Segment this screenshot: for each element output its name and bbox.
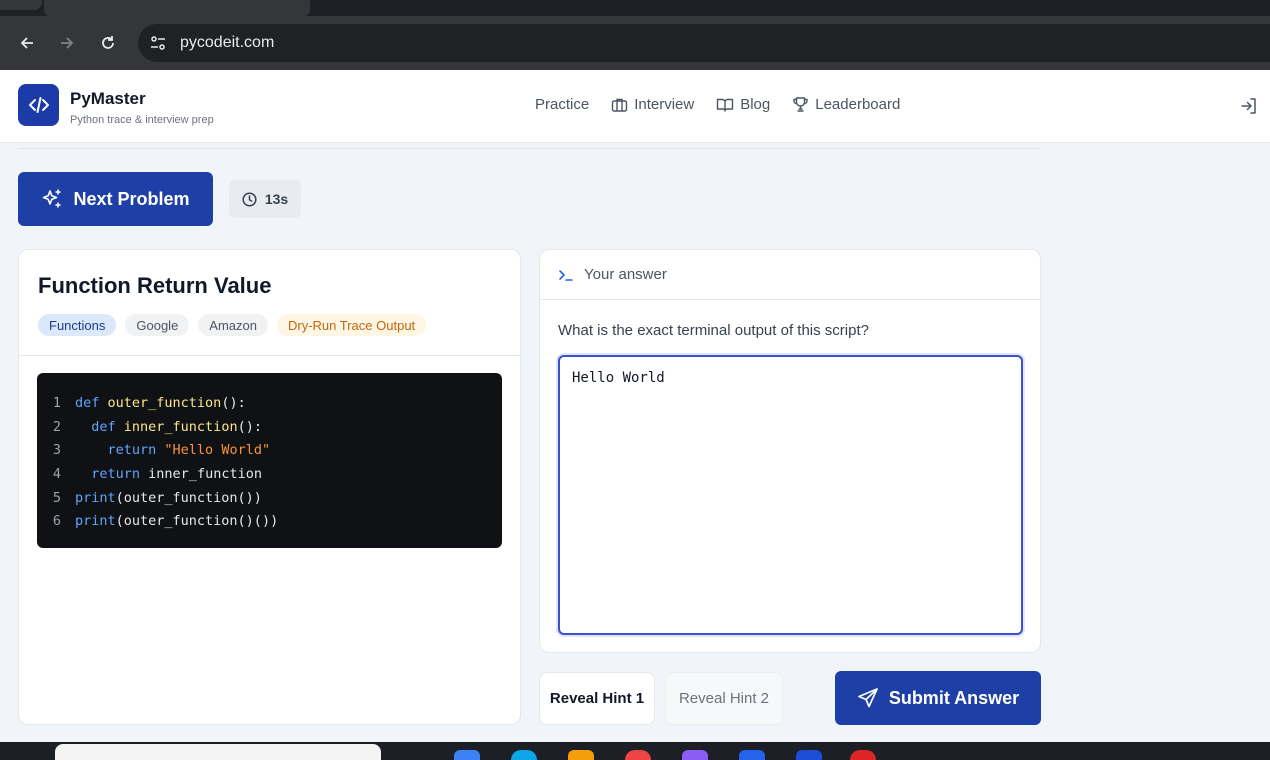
timer-badge: 13s xyxy=(229,180,301,218)
reveal-hint-2-button[interactable]: Reveal Hint 2 xyxy=(665,672,783,725)
reload-icon xyxy=(102,36,114,49)
reveal-hint-1-button[interactable]: Reveal Hint 1 xyxy=(539,672,655,725)
app-header: PyMaster Python trace & interview prep P… xyxy=(0,70,1270,143)
briefcase-icon xyxy=(611,98,628,112)
nav-leaderboard[interactable]: Leaderboard xyxy=(792,96,900,113)
code-line: 4 return inner_function xyxy=(37,462,502,486)
trophy-icon xyxy=(793,97,808,112)
line-number: 6 xyxy=(52,513,61,530)
address-bar[interactable]: pycodeit.com xyxy=(138,24,1270,62)
terminal-icon xyxy=(559,269,573,281)
line-number: 3 xyxy=(52,442,61,459)
browser-toolbar: pycodeit.com xyxy=(0,16,1270,70)
nav-interview-label: Interview xyxy=(634,96,695,113)
taskbar-app-icon[interactable] xyxy=(796,750,822,760)
reload-button[interactable] xyxy=(93,28,123,58)
submit-answer-label: Submit Answer xyxy=(888,687,1020,708)
problem-tags: Functions Google Amazon Dry-Run Trace Ou… xyxy=(38,314,435,336)
problem-title: Function Return Value xyxy=(38,273,272,298)
code-block: 1 def outer_function (): 2 def inner_funct… xyxy=(37,373,502,548)
problem-header: Function Return Value Functions Google A… xyxy=(19,250,520,356)
arrow-right-icon xyxy=(61,37,74,49)
tag-amazon[interactable]: Amazon xyxy=(198,314,268,336)
brand-name: PyMaster xyxy=(70,89,146,108)
main-nav: Practice Interview Blog Leaderboard xyxy=(535,96,922,113)
taskbar-search[interactable] xyxy=(55,744,381,760)
send-icon xyxy=(857,688,878,708)
taskbar-app-icon[interactable] xyxy=(739,750,765,760)
taskbar-app-icon[interactable] xyxy=(511,750,537,760)
nav-practice-label: Practice xyxy=(535,96,590,113)
answer-card: Your answer What is the exact terminal o… xyxy=(539,249,1041,653)
code-line: 2 def inner_function (): xyxy=(37,415,502,439)
taskbar-app-icon[interactable] xyxy=(454,750,480,760)
answer-header-label: Your answer xyxy=(584,266,667,283)
taskbar-app-icon[interactable] xyxy=(568,750,594,760)
tag-functions[interactable]: Functions xyxy=(38,314,117,336)
nav-interview[interactable]: Interview xyxy=(611,96,694,113)
url-text: pycodeit.com xyxy=(180,34,275,51)
sign-in-icon xyxy=(1241,98,1256,114)
tag-google[interactable]: Google xyxy=(125,314,190,336)
next-problem-button[interactable]: Next Problem xyxy=(18,172,213,226)
answer-header: Your answer xyxy=(540,250,1040,300)
next-problem-label: Next Problem xyxy=(73,188,190,209)
taskbar-app-icon[interactable] xyxy=(625,750,651,760)
code-line: 6 print (outer_function()()) xyxy=(37,509,502,533)
browser-tab-strip xyxy=(0,0,1270,16)
clock-icon xyxy=(242,191,257,207)
sparkles-icon xyxy=(43,189,62,208)
nav-blog-label: Blog xyxy=(740,96,771,113)
code-icon xyxy=(28,97,49,113)
book-icon xyxy=(717,98,734,112)
code-line: 3 return "Hello World" xyxy=(37,438,502,462)
nav-leaderboard-label: Leaderboard xyxy=(815,96,901,113)
section-divider xyxy=(18,148,1040,149)
nav-blog[interactable]: Blog xyxy=(716,96,770,113)
question-text: What is the exact terminal output of thi… xyxy=(558,322,869,339)
arrow-left-icon xyxy=(20,37,33,49)
site-info-icon[interactable] xyxy=(144,29,172,57)
timer-value: 13s xyxy=(264,191,289,207)
code-line: 5 print (outer_function()) xyxy=(37,486,502,510)
browser-tab-active[interactable] xyxy=(44,0,310,16)
submit-answer-button[interactable]: Submit Answer xyxy=(835,671,1041,725)
line-number: 4 xyxy=(52,465,61,482)
line-number: 2 xyxy=(52,418,61,435)
back-button[interactable] xyxy=(12,28,42,58)
logo[interactable] xyxy=(18,84,59,126)
tag-dry-run[interactable]: Dry-Run Trace Output xyxy=(277,314,427,336)
problem-card: Function Return Value Functions Google A… xyxy=(18,249,521,725)
browser-tab-previous[interactable] xyxy=(0,0,42,10)
nav-practice[interactable]: Practice xyxy=(535,96,589,113)
line-number: 5 xyxy=(52,489,61,506)
taskbar-app-icon[interactable] xyxy=(682,750,708,760)
code-line: 1 def outer_function (): xyxy=(37,391,502,415)
brand-subtitle: Python trace & interview prep xyxy=(70,114,214,126)
forward-button[interactable] xyxy=(52,28,82,58)
sign-in-button[interactable] xyxy=(1240,97,1258,120)
os-taskbar xyxy=(0,742,1270,760)
line-number: 1 xyxy=(52,394,61,411)
answer-input[interactable]: Hello World xyxy=(558,355,1023,635)
taskbar-app-icon[interactable] xyxy=(850,750,876,760)
